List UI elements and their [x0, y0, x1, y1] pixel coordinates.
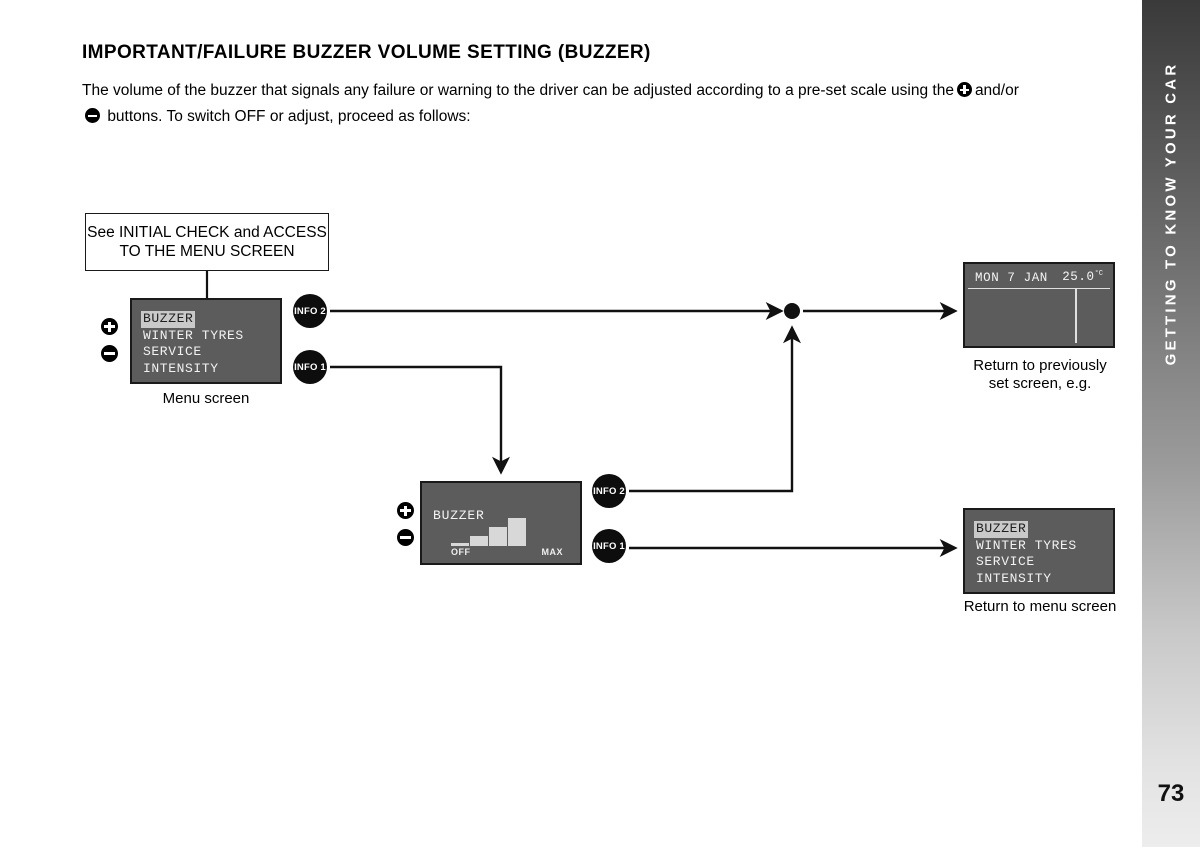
chapter-title-vertical: GETTING TO KNOW YOUR CAR [1162, 61, 1180, 366]
plus-minus-control-buzzer [397, 502, 414, 556]
info-1-button-buzzer[interactable]: INFO 1 [592, 529, 626, 563]
intro-text-part-2: and/or [974, 82, 1019, 99]
buzzer-volume-bar-3 [489, 527, 507, 546]
buzzer-scale-labels: OFF MAX [451, 547, 563, 557]
buzzer-scale-max-label: MAX [541, 547, 563, 557]
initial-check-line-1: See INITIAL CHECK and ACCESS [87, 224, 327, 241]
caption-line-2: set screen, e.g. [988, 375, 1092, 392]
list-item: SERVICE [143, 342, 277, 359]
page-number: 73 [1157, 780, 1185, 807]
menu-list: BUZZER WINTER TYRES SERVICE INTENSITY DE… [135, 303, 277, 379]
list-item: BUZZER [974, 519, 1110, 538]
list-item: DEFAULT VALUES [976, 585, 1110, 589]
list-item: SERVICE [976, 552, 1110, 569]
minus-circle-icon[interactable] [101, 345, 118, 362]
list-item: INTENSITY [976, 569, 1110, 586]
plus-circle-icon[interactable] [397, 502, 414, 519]
list-item: WINTER TYRES [143, 326, 277, 343]
caption-line-1: Return to previously [973, 357, 1107, 374]
plus-circle-icon[interactable] [101, 318, 118, 335]
return-menu-screen-caption: Return to menu screen [963, 598, 1117, 615]
previously-set-screen-caption: Return to previously set screen, e.g. [950, 357, 1130, 393]
list-item: DEFAULT VALUES [143, 375, 277, 379]
buzzer-scale-off-label: OFF [451, 547, 471, 557]
info-2-button-buzzer[interactable]: INFO 2 [592, 474, 626, 508]
plus-minus-control-menu [101, 318, 118, 372]
menu-list: BUZZER WINTER TYRES SERVICE INTENSITY DE… [968, 513, 1110, 589]
intro-paragraph: The volume of the buzzer that signals an… [82, 78, 1127, 130]
minus-circle-icon[interactable] [397, 529, 414, 546]
chapter-side-tab-label-area: GETTING TO KNOW YOUR CAR [1142, 0, 1200, 470]
info-screen-temperature: 25.0°C [1062, 270, 1103, 285]
info-screen-vertical-divider [1075, 289, 1077, 343]
info-screen-date: MON 7 JAN [975, 270, 1048, 285]
initial-check-line-2: TO THE MENU SCREEN [119, 243, 295, 260]
intro-text-part-1: The volume of the buzzer that signals an… [82, 82, 954, 99]
buzzer-volume-bars [451, 512, 526, 546]
buzzer-volume-bar-4 [508, 518, 526, 546]
menu-item-default-values[interactable]: DEFAULT VALUES [143, 377, 261, 379]
previously-set-screen-display: MON 7 JAN 25.0°C [963, 262, 1115, 348]
list-item: BUZZER [141, 309, 277, 328]
menu-screen-caption: Menu screen [162, 390, 250, 407]
info-screen-temperature-unit: °C [1094, 270, 1103, 279]
plus-circle-icon [956, 82, 972, 97]
info-2-button-menu[interactable]: INFO 2 [293, 294, 327, 328]
return-menu-screen-display: BUZZER WINTER TYRES SERVICE INTENSITY DE… [963, 508, 1115, 594]
list-item: WINTER TYRES [976, 536, 1110, 553]
buzzer-volume-screen: BUZZER OFF MAX [420, 481, 582, 565]
buzzer-volume-bar-2 [470, 536, 488, 546]
menu-item-default-values[interactable]: DEFAULT VALUES [976, 587, 1094, 589]
minus-circle-icon [85, 108, 100, 123]
menu-screen-display: BUZZER WINTER TYRES SERVICE INTENSITY DE… [130, 298, 282, 384]
info-screen-top-row: MON 7 JAN 25.0°C [968, 267, 1110, 289]
initial-check-box: See INITIAL CHECK and ACCESS TO THE MENU… [85, 213, 329, 271]
buzzer-volume-bar-1 [451, 543, 469, 546]
info-1-button-menu[interactable]: INFO 1 [293, 350, 327, 384]
list-item: INTENSITY [143, 359, 277, 376]
page-title: IMPORTANT/FAILURE BUZZER VOLUME SETTING … [82, 42, 651, 63]
intro-text-part-3: buttons. To switch OFF or adjust, procee… [107, 108, 471, 125]
